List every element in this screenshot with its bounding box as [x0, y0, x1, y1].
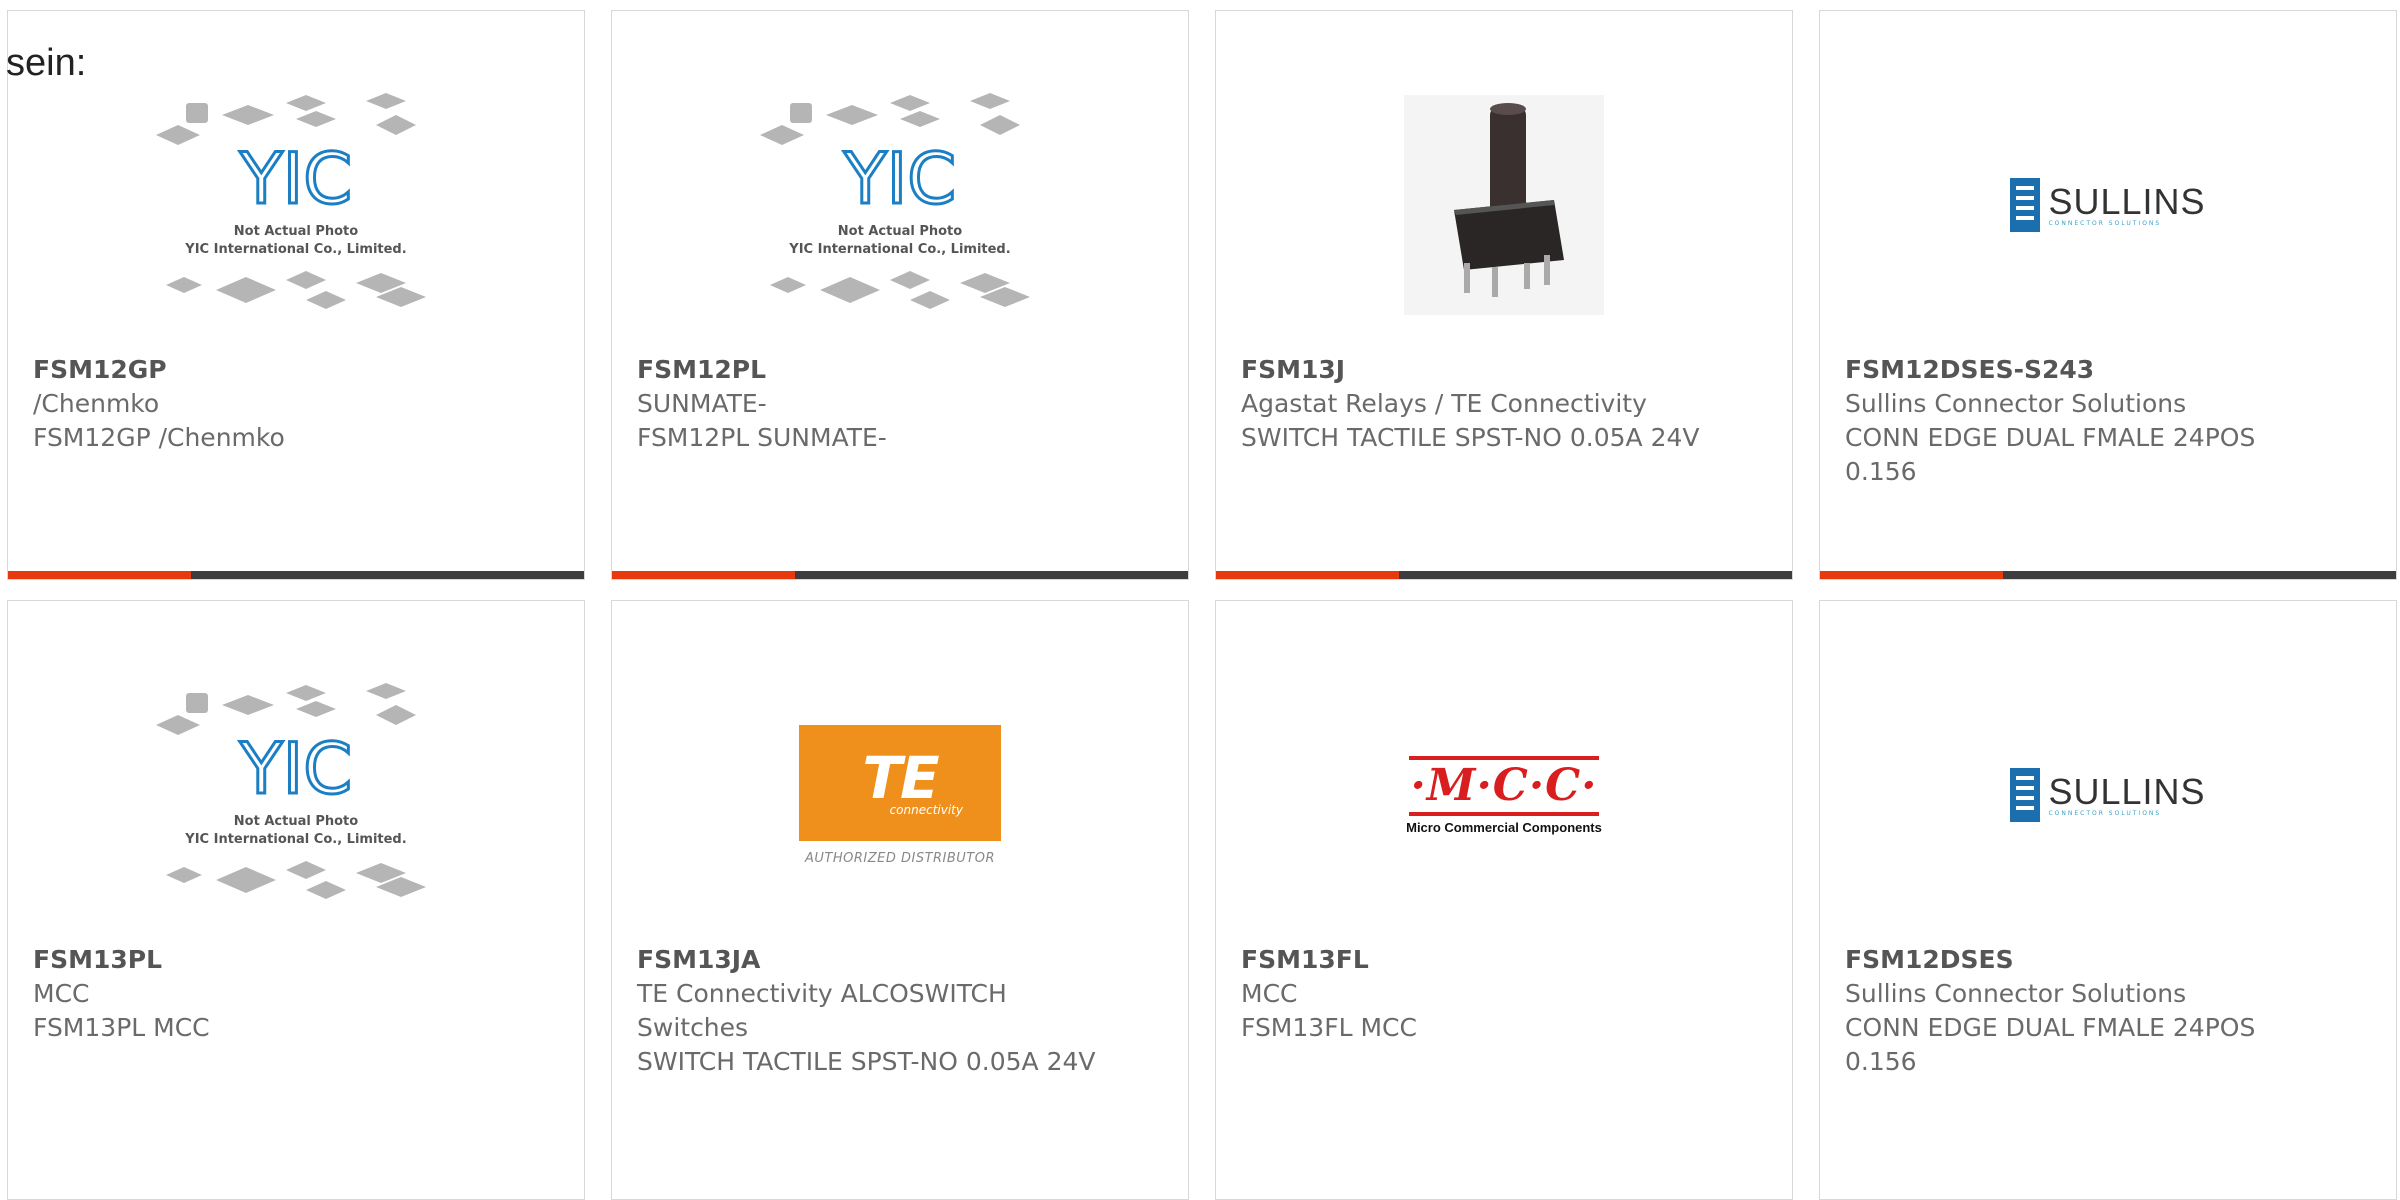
part-number[interactable]: FSM13J: [1241, 353, 1712, 387]
manufacturer: Sullins Connector Solutions: [1845, 979, 2187, 1008]
card-bottom-bar: [8, 571, 584, 579]
manufacturer: Sullins Connector Solutions: [1845, 389, 2187, 418]
tactile-switch-icon: [1404, 95, 1604, 315]
product-card[interactable]: SULLINS CONNECTOR SOLUTIONS FSM12DSES-S2…: [1819, 10, 2397, 580]
svg-text:Not Actual Photo: Not Actual Photo: [234, 814, 358, 829]
sullins-mark-icon: [2010, 178, 2041, 232]
manufacturer: SUNMATE-: [637, 389, 767, 418]
part-number[interactable]: FSM12GP: [33, 353, 504, 387]
product-info: FSM13FL MCC FSM13FL MCC: [1241, 943, 1712, 1045]
svg-text:YIC: YIC: [239, 728, 352, 810]
product-info: FSM12DSES-S243 Sullins Connector Solutio…: [1845, 353, 2316, 489]
product-card[interactable]: YIC Not Actual Photo YIC International C…: [7, 10, 585, 580]
manufacturer: MCC: [1241, 979, 1298, 1008]
product-card[interactable]: YIC Not Actual Photo YIC International C…: [611, 10, 1189, 580]
description: FSM12PL SUNMATE-: [637, 423, 887, 452]
description: FSM13PL MCC: [33, 1013, 210, 1042]
description: CONN EDGE DUAL FMALE 24POS 0.156: [1845, 1013, 2256, 1076]
product-card[interactable]: ·M·C·C· Micro Commercial Components FSM1…: [1215, 600, 1793, 1200]
product-image: ·M·C·C· Micro Commercial Components: [1216, 645, 1792, 945]
product-info: FSM12GP /Chenmko FSM12GP /Chenmko: [33, 353, 504, 455]
svg-text:YIC International Co., Limited: YIC International Co., Limited.: [184, 242, 406, 257]
manufacturer: TE Connectivity ALCOSWITCH Switches: [637, 979, 1007, 1042]
yic-placeholder-icon: YIC Not Actual Photo YIC International C…: [156, 93, 426, 309]
product-card[interactable]: SULLINS CONNECTOR SOLUTIONS FSM12DSES Su…: [1819, 600, 2397, 1200]
description: FSM12GP /Chenmko: [33, 423, 285, 452]
manufacturer: MCC: [33, 979, 90, 1008]
product-info: FSM13J Agastat Relays / TE Connectivity …: [1241, 353, 1712, 455]
part-number[interactable]: FSM13JA: [637, 943, 1108, 977]
card-bottom-bar: [1820, 571, 2396, 579]
part-number[interactable]: FSM12PL: [637, 353, 1108, 387]
svg-text:Not Actual Photo: Not Actual Photo: [234, 224, 358, 239]
sullins-logo: SULLINS CONNECTOR SOLUTIONS: [2010, 178, 2205, 232]
product-image: YIC Not Actual Photo YIC International C…: [8, 55, 584, 355]
product-image: YIC Not Actual Photo YIC International C…: [8, 645, 584, 945]
sullins-logo: SULLINS CONNECTOR SOLUTIONS: [2010, 768, 2205, 822]
manufacturer: /Chenmko: [33, 389, 160, 418]
svg-text:YIC: YIC: [239, 138, 352, 220]
svg-text:YIC International Co., Limited: YIC International Co., Limited.: [788, 242, 1010, 257]
part-number[interactable]: FSM13PL: [33, 943, 504, 977]
product-card[interactable]: YIC Not Actual Photo YIC International C…: [7, 600, 585, 1200]
product-image: [1216, 55, 1792, 355]
product-info: FSM13JA TE Connectivity ALCOSWITCH Switc…: [637, 943, 1108, 1079]
sullins-mark-icon: [2010, 768, 2041, 822]
product-info: FSM12DSES Sullins Connector Solutions CO…: [1845, 943, 2316, 1079]
description: CONN EDGE DUAL FMALE 24POS 0.156: [1845, 423, 2256, 486]
description: SWITCH TACTILE SPST-NO 0.05A 24V: [637, 1047, 1096, 1076]
manufacturer: Agastat Relays / TE Connectivity: [1241, 389, 1647, 418]
part-number[interactable]: FSM13FL: [1241, 943, 1712, 977]
mcc-logo: ·M·C·C· Micro Commercial Components: [1406, 755, 1602, 835]
card-bottom-bar: [1216, 571, 1792, 579]
svg-text:YIC International Co., Limited: YIC International Co., Limited.: [184, 832, 406, 847]
page-heading: sein:: [6, 42, 87, 84]
product-info: FSM12PL SUNMATE- FSM12PL SUNMATE-: [637, 353, 1108, 455]
te-logo: TE connectivity AUTHORIZED DISTRIBUTOR: [799, 724, 1001, 866]
product-image: YIC Not Actual Photo YIC International C…: [612, 55, 1188, 355]
svg-text:YIC: YIC: [843, 138, 956, 220]
product-image: TE connectivity AUTHORIZED DISTRIBUTOR: [612, 645, 1188, 945]
svg-text:Not Actual Photo: Not Actual Photo: [838, 224, 962, 239]
product-card[interactable]: FSM13J Agastat Relays / TE Connectivity …: [1215, 10, 1793, 580]
product-card[interactable]: TE connectivity AUTHORIZED DISTRIBUTOR F…: [611, 600, 1189, 1200]
card-bottom-bar: [612, 571, 1188, 579]
part-number[interactable]: FSM12DSES: [1845, 943, 2316, 977]
description: FSM13FL MCC: [1241, 1013, 1417, 1042]
yic-placeholder-icon: YIC Not Actual Photo YIC International C…: [760, 93, 1030, 309]
description: SWITCH TACTILE SPST-NO 0.05A 24V: [1241, 423, 1700, 452]
part-number[interactable]: FSM12DSES-S243: [1845, 353, 2316, 387]
product-image: SULLINS CONNECTOR SOLUTIONS: [1820, 645, 2396, 945]
product-info: FSM13PL MCC FSM13PL MCC: [33, 943, 504, 1045]
yic-placeholder-icon: YIC Not Actual Photo YIC International C…: [156, 683, 426, 899]
product-image: SULLINS CONNECTOR SOLUTIONS: [1820, 55, 2396, 355]
